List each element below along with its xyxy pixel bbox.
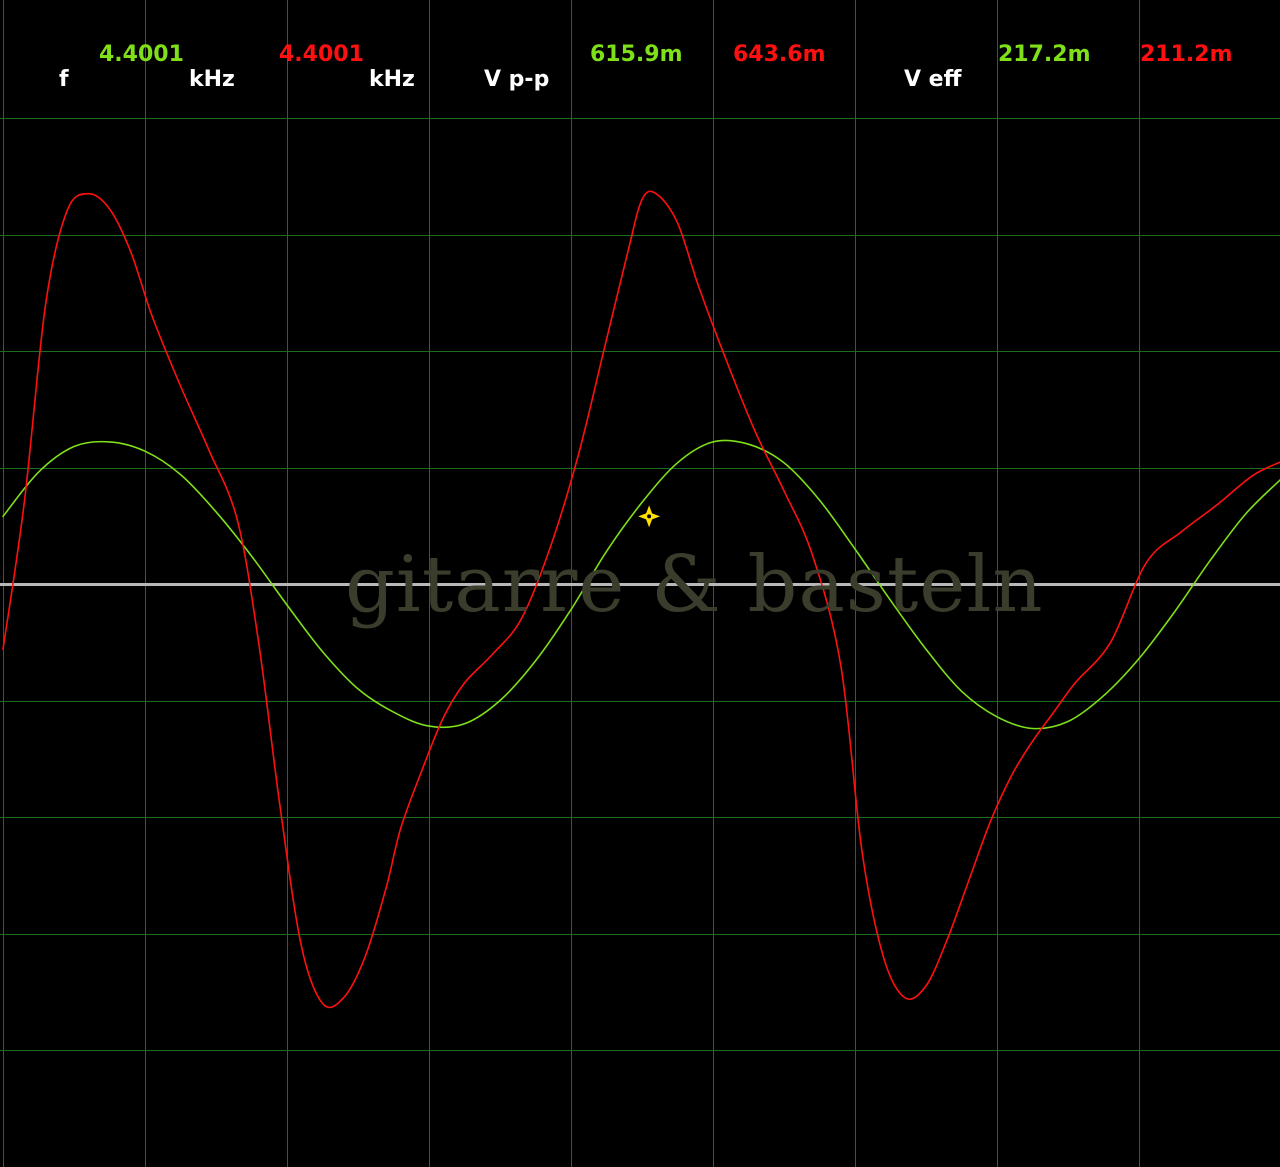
watermark-text: gitarre & basteln <box>345 540 1044 630</box>
veff-label: V eff <box>904 67 962 92</box>
frequency-label: f <box>59 67 69 92</box>
ch2-frequency-unit: kHz <box>369 67 415 92</box>
ch1-frequency-unit: kHz <box>189 67 235 92</box>
cursor-star-center <box>647 514 652 519</box>
ch2-veff-value: 211.2m <box>1140 42 1233 67</box>
ch1-veff-value: 217.2m <box>998 42 1091 67</box>
ch1-vpp-value: 615.9m <box>590 42 683 67</box>
vpp-label: V p-p <box>484 67 550 92</box>
ch2-frequency-value: 4.4001 <box>279 42 364 67</box>
ch2-vpp-value: 643.6m <box>733 42 826 67</box>
ch1-frequency-value: 4.4001 <box>99 42 184 67</box>
